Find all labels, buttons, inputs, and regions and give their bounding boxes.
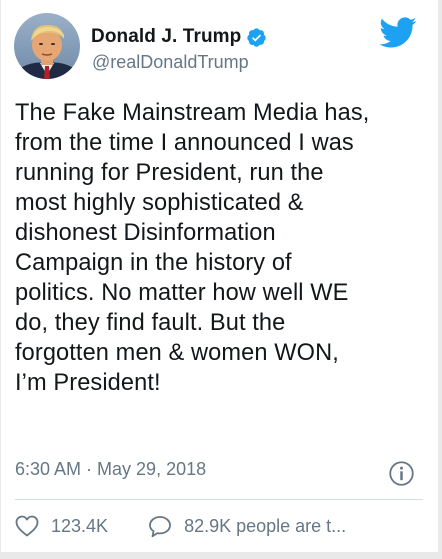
reply-button[interactable]: 82.9K people are t... [148,515,346,538]
tweet-text: The Fake Mainstream Media has, from the … [15,100,370,396]
author-handle[interactable]: @realDonaldTrump [92,52,249,73]
divider [15,499,423,500]
verified-badge-icon [247,27,267,47]
avatar[interactable] [14,13,80,79]
reply-label: 82.9K people are t... [184,515,347,536]
tweet-card: Donald J. Trump @realDonaldTrump The Fak… [1,0,438,552]
action-bar: 123.4K 82.9K people are t... [15,513,346,539]
avatar-image [14,13,80,79]
heart-icon [15,515,39,537]
author-name-row[interactable]: Donald J. Trump [91,25,267,49]
info-icon[interactable] [388,460,415,487]
like-count: 123.4K [51,515,109,536]
tweet-timestamp[interactable]: 6:30 AM · May 29, 2018 [15,459,206,480]
twitter-bird-icon[interactable] [379,17,417,49]
author-display-name[interactable]: Donald J. Trump [91,26,241,48]
like-button[interactable]: 123.4K [15,515,108,537]
speech-bubble-icon [149,515,171,537]
